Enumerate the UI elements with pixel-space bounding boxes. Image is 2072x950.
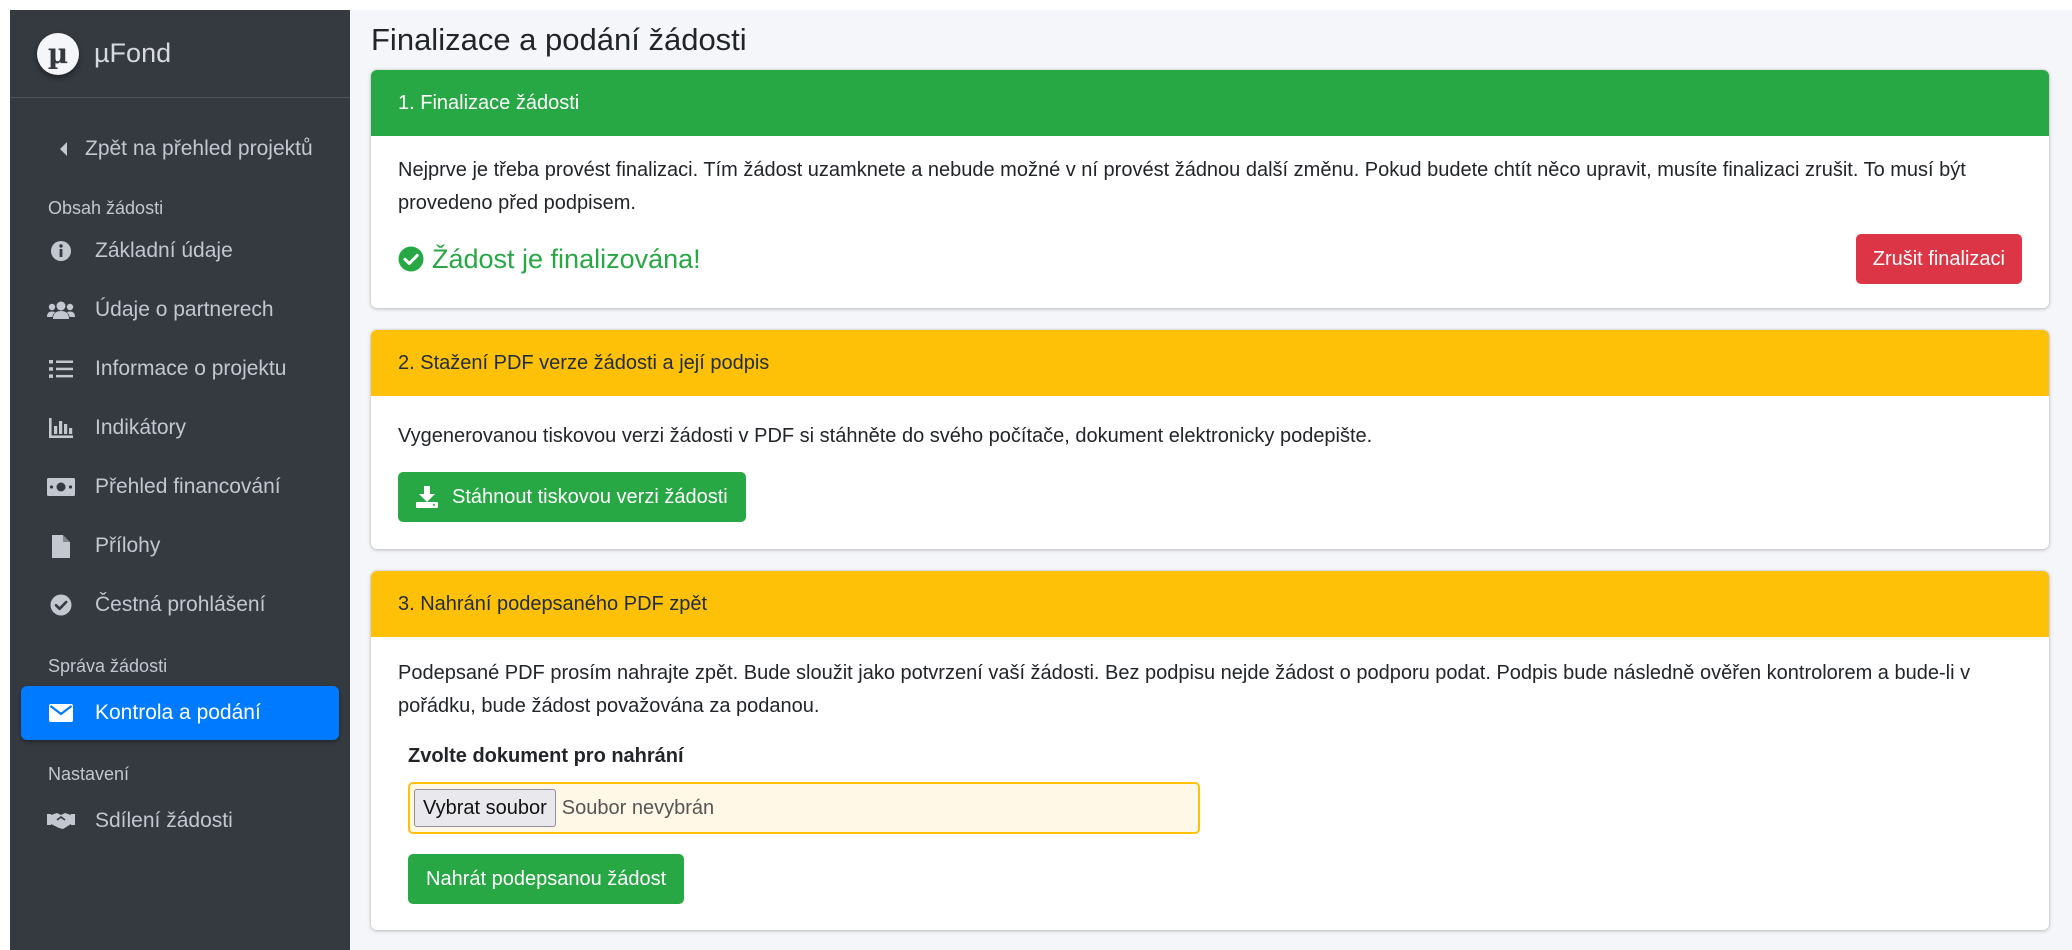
sidebar-item-label: Indikátory xyxy=(95,416,187,439)
finalized-status-text: Žádost je finalizována! xyxy=(432,243,701,274)
envelope-icon xyxy=(47,701,75,725)
chart-bar-icon xyxy=(47,416,75,440)
download-pdf-button[interactable]: Stáhnout tiskovou verzi žádosti xyxy=(398,472,746,522)
page-title: Finalizace a podání žádosti xyxy=(371,22,747,57)
info-circle-icon xyxy=(47,239,75,263)
nav-header-settings: Nastavení xyxy=(48,763,130,784)
sidebar-item-project-info[interactable]: Informace o projektu xyxy=(21,342,339,396)
finalized-status: Žádost je finalizována! xyxy=(398,244,701,275)
brand[interactable]: µ µFond xyxy=(10,10,350,98)
finalization-card-body: Nejprve je třeba provést finalizaci. Tím… xyxy=(371,136,2049,308)
sidebar-item-label: Základní údaje xyxy=(95,239,233,262)
brand-name: µFond xyxy=(94,38,172,68)
money-bill-icon xyxy=(47,475,75,499)
upload-card-body: Podepsané PDF prosím nahrajte zpět. Bude… xyxy=(371,637,2049,930)
sidebar-item-label: Sdílení žádosti xyxy=(95,809,233,832)
download-text: Vygenerovanou tiskovou verzi žádosti v P… xyxy=(398,425,1373,447)
finalization-status-row: Žádost je finalizována! Zrušit finalizac… xyxy=(398,234,2022,284)
upload-card: 3. Nahrání podepsaného PDF zpět Podepsan… xyxy=(371,571,2049,930)
back-to-projects-link[interactable]: Zpět na přehled projektů xyxy=(21,122,339,176)
sidebar-item-review-submit[interactable]: Kontrola a podání xyxy=(21,686,339,740)
download-icon xyxy=(416,486,438,508)
download-card-header: 2. Stažení PDF verze žádosti a její podp… xyxy=(371,330,2049,396)
upload-signed-button[interactable]: Nahrát podepsanou žádost xyxy=(408,854,685,904)
sidebar-item-attachments[interactable]: Přílohy xyxy=(21,519,339,573)
main-content: Finalizace a podání žádosti 1. Finalizac… xyxy=(350,10,2072,950)
app-root: µ µFond Zpět na přehled projektů Obsah ž… xyxy=(10,10,2072,950)
file-status: Soubor nevybrán xyxy=(561,796,715,819)
sidebar-item-partners[interactable]: Údaje o partnerech xyxy=(21,283,339,337)
nav-header-content: Obsah žádosti xyxy=(48,197,164,218)
finalization-card: 1. Finalizace žádosti Nejprve je třeba p… xyxy=(371,70,2049,308)
sidebar-item-declarations[interactable]: Čestná prohlášení xyxy=(21,578,339,632)
check-circle-icon xyxy=(398,246,424,272)
sidebar-item-label: Údaje o partnerech xyxy=(95,298,274,321)
upload-field-label: Zvolte dokument pro nahrání xyxy=(408,745,684,767)
sidebar-item-label: Čestná prohlášení xyxy=(95,593,266,616)
upload-text: Podepsané PDF prosím nahrajte zpět. Bude… xyxy=(398,662,1971,717)
file-icon xyxy=(47,534,75,558)
brand-logo: µ xyxy=(37,32,79,75)
sidebar-item-label: Informace o projektu xyxy=(95,357,287,380)
download-pdf-label: Stáhnout tiskovou verzi žádosti xyxy=(452,485,728,508)
cancel-finalization-button[interactable]: Zrušit finalizaci xyxy=(1855,234,2022,284)
finalization-text: Nejprve je třeba provést finalizaci. Tím… xyxy=(398,159,1966,214)
sidebar-item-basic-info[interactable]: Základní údaje xyxy=(21,224,339,278)
check-circle-icon xyxy=(47,593,75,617)
list-icon xyxy=(47,357,75,381)
handshake-icon xyxy=(47,809,75,833)
file-input[interactable]: Vybrat soubor Soubor nevybrán xyxy=(408,782,1200,834)
choose-file-button[interactable]: Vybrat soubor xyxy=(414,789,556,827)
back-link-label: Zpět na přehled projektů xyxy=(85,137,313,160)
sidebar: µ µFond Zpět na přehled projektů Obsah ž… xyxy=(10,10,350,950)
sidebar-item-sharing[interactable]: Sdílení žádosti xyxy=(21,794,339,848)
finalization-card-header: 1. Finalizace žádosti xyxy=(371,70,2049,136)
sidebar-item-label: Přehled financování xyxy=(95,475,281,498)
caret-left-icon xyxy=(53,137,73,161)
sidebar-item-label: Přílohy xyxy=(95,534,161,557)
sidebar-item-financing[interactable]: Přehled financování xyxy=(21,460,339,514)
sidebar-item-label: Kontrola a podání xyxy=(95,701,261,724)
download-card: 2. Stažení PDF verze žádosti a její podp… xyxy=(371,330,2049,549)
nav-header-management: Správa žádosti xyxy=(48,655,168,676)
download-card-body: Vygenerovanou tiskovou verzi žádosti v P… xyxy=(371,396,2049,549)
sidebar-nav: Zpět na přehled projektů Obsah žádosti Z… xyxy=(10,122,350,848)
sidebar-item-indicators[interactable]: Indikátory xyxy=(21,401,339,455)
users-icon xyxy=(47,298,75,322)
upload-card-header: 3. Nahrání podepsaného PDF zpět xyxy=(371,571,2049,637)
